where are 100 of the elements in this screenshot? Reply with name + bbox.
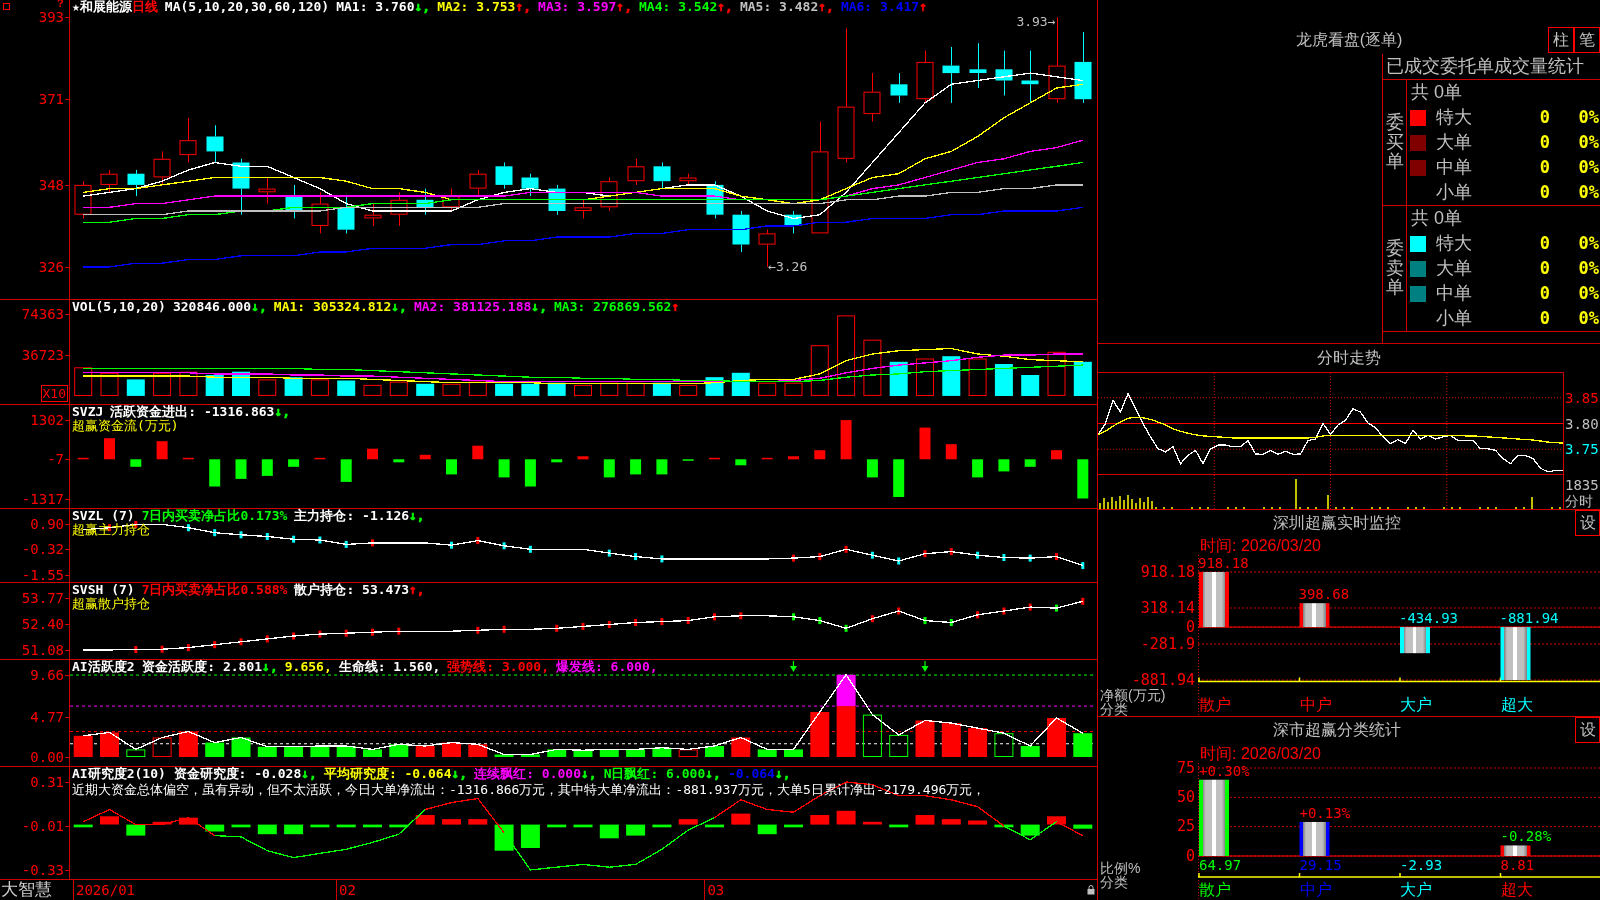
value-label: -881.94 [1499, 611, 1559, 627]
count-value: 0 [1538, 181, 1550, 204]
axis-label: 74363 [21, 306, 64, 321]
indicator-label: MA2: 381125.188 [413, 300, 532, 314]
count-value: 0 [1538, 282, 1550, 305]
trend-arrow: ↓, [274, 405, 291, 419]
ratio-label: 29.15 [1299, 858, 1342, 873]
indicator-label: 7日内买卖净占比0.588% [141, 583, 288, 597]
trend-arrow: ↓, [451, 767, 468, 781]
indicator-label: MA6: 3.417 [840, 0, 920, 14]
value-label: 918.18 [1198, 556, 1249, 571]
indicator-label: 强势线: 3.000, [447, 660, 549, 674]
indicator-label: -0.064 [727, 767, 775, 781]
table-title: 已成交委托单成交量统计 [1383, 54, 1600, 80]
category-label: 散户 [1199, 697, 1231, 713]
ratio-label: 64.97 [1199, 858, 1242, 873]
panel-title: 龙虎看盘(逐单) [1294, 30, 1404, 50]
category-label: 中户 [1299, 882, 1332, 898]
axis-label: 0.90 [30, 516, 64, 531]
percent-value: 0% [1577, 156, 1599, 179]
axis-label: 9.66 [30, 668, 64, 682]
size-label: 小单 [1436, 181, 1473, 204]
change-label: +0.13% [1299, 805, 1351, 821]
axis-label: 75 [1176, 760, 1195, 776]
axis-label: -7 [47, 452, 64, 467]
section-title: 分时走势 [1316, 348, 1382, 368]
date-label: 03 [704, 880, 725, 900]
axis-label: 0.00 [30, 750, 64, 764]
axis-label: -1.55 [21, 567, 64, 582]
indicator-label: 主力持仓: -1.126 [294, 509, 410, 523]
trend-arrow: ↓, [251, 300, 267, 314]
axis-label: 0.31 [30, 774, 64, 789]
axis-label: -0.01 [21, 818, 64, 833]
indicator-label: 7日内买卖净占比0.173% [141, 509, 288, 523]
value-label: -434.93 [1399, 611, 1458, 627]
indicator-label: SVSH (7) [72, 583, 135, 597]
indicator-label: 日线 [131, 0, 158, 14]
trend-arrow: ↑, [409, 583, 425, 597]
count-value: 0 [1538, 307, 1550, 330]
indicator-label: MA4: 3.542 [639, 0, 718, 14]
percent-value: 0% [1577, 282, 1599, 305]
axis-label: 36723 [21, 348, 64, 363]
size-label: 特大 [1436, 232, 1473, 255]
section-title: 深圳超赢实时监控 [1271, 513, 1402, 533]
axis-label: -0.32 [21, 542, 64, 557]
axis-label: -881.94 [1131, 672, 1195, 688]
indicator-label: MA1: 3.760 [336, 0, 415, 14]
axis-label: 53.77 [21, 591, 64, 606]
trend-arrow: ↑ [919, 0, 927, 14]
trend-arrow: ↓, [531, 300, 547, 314]
percent-value: 0% [1577, 131, 1599, 154]
axis-label: 318.14 [1140, 600, 1195, 616]
count-value: 0 [1538, 232, 1550, 255]
ratio-label: 8.81 [1500, 858, 1535, 873]
axis-label: 51.08 [21, 642, 64, 657]
period-label: 分时 [1565, 493, 1593, 509]
section-title: 深市超赢分类统计 [1271, 720, 1402, 740]
date-label: 02 [336, 880, 356, 900]
size-label: 大单 [1436, 131, 1473, 154]
axis-label: 371 [38, 92, 64, 107]
trend-arrow: ↓, [409, 509, 425, 523]
axis-label: 25 [1176, 819, 1195, 835]
trend-arrow: ↓, [301, 767, 317, 781]
axis-label: -1317 [21, 492, 64, 506]
count-value: 0 [1538, 156, 1550, 179]
unit-label: X10 [40, 385, 68, 402]
indicator-label: 活跃资金进出: -1316.863 [110, 405, 275, 419]
axis-label: 3.80 [1565, 416, 1599, 431]
trend-arrow: ↓, [414, 0, 431, 14]
axis-label: 393 [38, 10, 64, 25]
axis-label: 1302 [30, 413, 64, 427]
percent-value: 0% [1577, 257, 1599, 280]
value-label: 398.68 [1298, 587, 1350, 603]
indicator-label: SVZL (7) [72, 509, 135, 523]
category-label: 散户 [1199, 882, 1231, 898]
help-mark: ? [57, 0, 64, 9]
indicator-label: MA3: 276869.562 [554, 300, 672, 314]
change-label: -0.28% [1500, 829, 1552, 845]
category-label: 中户 [1299, 697, 1332, 713]
indicator-label: VOL(5,10,20) [72, 300, 166, 314]
axis-label: -281.9 [1140, 636, 1195, 652]
category-label: 大户 [1400, 697, 1432, 713]
indicator-label: SVZJ [72, 405, 104, 419]
axis-title: 分类 [1099, 702, 1128, 716]
trend-arrow: ↓, [705, 767, 721, 781]
group-total: 共 0单 [1410, 81, 1463, 104]
size-label: 中单 [1436, 282, 1473, 305]
group-label: 委买单 [1385, 112, 1404, 173]
category-label: 超大 [1500, 882, 1533, 898]
category-label: 大户 [1400, 882, 1432, 898]
percent-value: 0% [1577, 307, 1599, 330]
trend-arrow: ↑, [515, 0, 532, 14]
axis-label: 0 [1185, 848, 1195, 864]
indicator-label: 生命线: 1.560, [338, 660, 441, 674]
indicator-label: MA3: 3.597 [538, 0, 617, 14]
indicator-label: AI活跃度2 资金活跃度: 2.801 [72, 660, 263, 674]
indicator-subtitle: 超赢散户持仓 [72, 597, 150, 611]
size-label: 特大 [1436, 106, 1473, 129]
indicator-label: N日飘红: 6.000 [603, 767, 706, 781]
indicator-label: MA5: 3.482 [739, 0, 819, 14]
